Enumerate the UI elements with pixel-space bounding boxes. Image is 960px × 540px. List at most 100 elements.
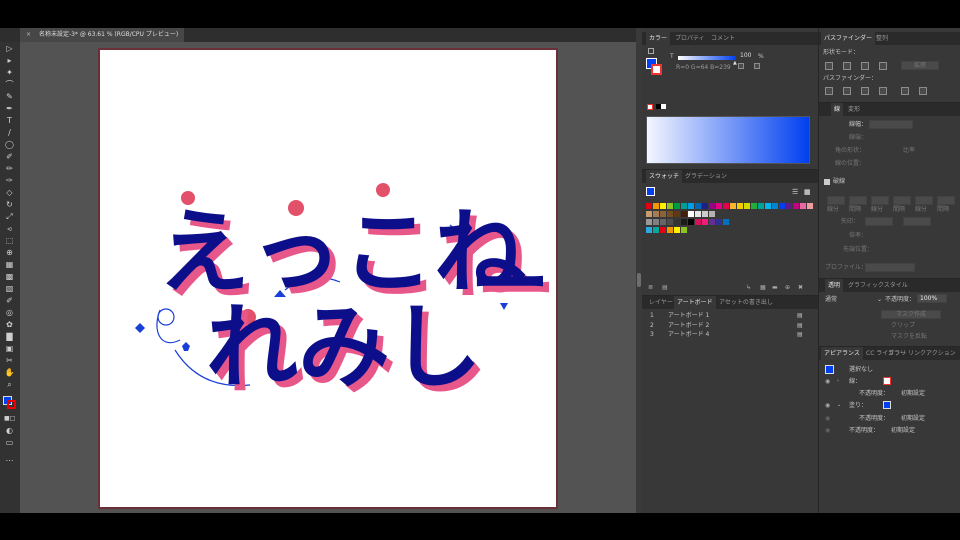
swatch-chip[interactable] bbox=[653, 203, 659, 209]
tab-actions[interactable]: アクション bbox=[923, 347, 959, 360]
scrollbar-thumb[interactable] bbox=[637, 273, 641, 287]
swatch-chip[interactable] bbox=[660, 219, 666, 225]
swatch-chip[interactable] bbox=[660, 203, 666, 209]
tab-appearance[interactable]: アピアランス bbox=[821, 347, 863, 360]
tab-gradient[interactable]: グラデーション bbox=[682, 170, 730, 183]
swatch-chip[interactable] bbox=[646, 219, 652, 225]
swatch-chip[interactable] bbox=[646, 211, 652, 217]
swatch-chip[interactable] bbox=[695, 203, 701, 209]
swatch-chip[interactable] bbox=[709, 203, 715, 209]
swatch-kind-menu-icon[interactable]: ▤ bbox=[662, 284, 668, 291]
scale-tool-icon[interactable]: ⤢ bbox=[4, 212, 15, 222]
invert-mask-checkbox[interactable]: マスクを反転 bbox=[891, 333, 927, 341]
swatch-chip[interactable] bbox=[646, 227, 652, 233]
eye-icon[interactable]: ◉ bbox=[825, 402, 830, 409]
tab-artboards[interactable]: アートボード bbox=[674, 296, 716, 309]
dash-field-3[interactable] bbox=[915, 196, 933, 205]
dash-field-1[interactable] bbox=[827, 196, 845, 205]
swatch-chip[interactable] bbox=[688, 203, 694, 209]
perspective-grid-tool-icon[interactable]: ▦ bbox=[4, 260, 15, 270]
tab-transparency[interactable]: 透明 bbox=[825, 279, 844, 292]
curvature-tool-icon[interactable]: ✒ bbox=[4, 104, 15, 114]
swatch-chip[interactable] bbox=[758, 203, 764, 209]
swatch-chip[interactable] bbox=[681, 227, 687, 233]
tab-graphic-styles[interactable]: グラフィックスタイル bbox=[845, 279, 911, 292]
unite-icon[interactable] bbox=[825, 62, 833, 70]
appearance-fill-swatch[interactable] bbox=[883, 401, 891, 409]
out-of-web-icon[interactable] bbox=[738, 63, 744, 69]
tab-transform[interactable]: 変形 bbox=[845, 103, 863, 116]
swatch-chip[interactable] bbox=[765, 203, 771, 209]
screen-mode-icon[interactable]: ▭ bbox=[4, 438, 15, 448]
swatch-chip[interactable] bbox=[702, 211, 708, 217]
tab-stroke[interactable]: 線 bbox=[831, 103, 844, 116]
column-graph-tool-icon[interactable]: ▇ bbox=[4, 332, 15, 342]
swatch-chip[interactable] bbox=[688, 219, 694, 225]
ellipse-tool-icon[interactable]: ◯ bbox=[4, 140, 15, 150]
symbol-sprayer-tool-icon[interactable]: ✿ bbox=[4, 320, 15, 330]
swatch-chip[interactable] bbox=[779, 203, 785, 209]
minus-front-icon[interactable] bbox=[843, 62, 851, 70]
grid-view-icon[interactable]: ▦ bbox=[804, 188, 811, 196]
zoom-tool-icon[interactable]: ⌕ bbox=[4, 380, 15, 390]
swatch-options-icon[interactable]: ↳ bbox=[746, 284, 751, 291]
trim-icon[interactable] bbox=[843, 87, 851, 95]
swatch-chip[interactable] bbox=[667, 211, 673, 217]
document-tab[interactable]: × 名称未設定-3* @ 63.61 % (RGB/CPU プレビュー) bbox=[20, 28, 185, 42]
eraser-tool-icon[interactable]: ◇ bbox=[4, 188, 15, 198]
blend-mode-select[interactable]: 通常 bbox=[825, 296, 837, 304]
artboard-list-item[interactable]: 2 アートボード 2 ▤ bbox=[642, 322, 818, 331]
swatch-chip[interactable] bbox=[688, 211, 694, 217]
shape-builder-tool-icon[interactable]: ⊕ bbox=[4, 248, 15, 258]
gap-field-2[interactable] bbox=[893, 196, 911, 205]
tab-pathfinder[interactable]: パスファインダー bbox=[821, 32, 876, 45]
swatch-chip[interactable] bbox=[674, 211, 680, 217]
chevron-down-icon[interactable]: ⌄ bbox=[837, 402, 841, 408]
swatch-grid[interactable] bbox=[646, 203, 816, 243]
swatch-chip[interactable] bbox=[730, 203, 736, 209]
out-of-gamut-icon[interactable] bbox=[754, 63, 760, 69]
tint-slider[interactable] bbox=[678, 56, 736, 60]
color-stroke-swatch[interactable] bbox=[651, 64, 662, 75]
swatch-chip[interactable] bbox=[709, 211, 715, 217]
gap-field-3[interactable] bbox=[937, 196, 955, 205]
slice-tool-icon[interactable]: ✂ bbox=[4, 356, 15, 366]
divide-icon[interactable] bbox=[825, 87, 833, 95]
fill-stroke-widget[interactable] bbox=[3, 396, 16, 409]
tab-comments[interactable]: コメント bbox=[708, 32, 738, 45]
swatch-chip[interactable] bbox=[653, 211, 659, 217]
swatch-chip[interactable] bbox=[716, 219, 722, 225]
width-tool-icon[interactable]: ⪦ bbox=[4, 224, 15, 234]
new-folder-icon[interactable]: ▬ bbox=[772, 284, 778, 291]
gradient-tool-icon[interactable]: ▧ bbox=[4, 284, 15, 294]
minus-back-icon[interactable] bbox=[919, 87, 927, 95]
swatch-chip[interactable] bbox=[653, 227, 659, 233]
swatch-chip[interactable] bbox=[702, 219, 708, 225]
swatch-chip[interactable] bbox=[723, 203, 729, 209]
hand-tool-icon[interactable]: ✋ bbox=[4, 368, 15, 378]
none-color-icon[interactable] bbox=[647, 104, 653, 110]
swatch-chip[interactable] bbox=[716, 203, 722, 209]
swatch-chip[interactable] bbox=[723, 219, 729, 225]
transparency-opacity-field[interactable]: 100% bbox=[917, 294, 947, 303]
expand-button[interactable]: 拡張 bbox=[901, 61, 939, 70]
direct-selection-tool-icon[interactable]: ▸ bbox=[4, 56, 15, 66]
tab-color[interactable]: カラー bbox=[646, 32, 671, 45]
swatch-chip[interactable] bbox=[695, 219, 701, 225]
swatch-libraries-icon[interactable]: ≣ bbox=[648, 284, 653, 291]
swatch-chip[interactable] bbox=[695, 211, 701, 217]
selection-tool-icon[interactable]: ▷ bbox=[4, 44, 15, 54]
outline-icon[interactable] bbox=[901, 87, 909, 95]
swatch-chip[interactable] bbox=[793, 203, 799, 209]
artboard[interactable]: えっこね えっこね れみし れみし ー ー bbox=[98, 48, 558, 509]
swatch-chip[interactable] bbox=[681, 203, 687, 209]
type-tool-icon[interactable]: T bbox=[4, 116, 15, 126]
clip-checkbox[interactable]: クリップ bbox=[891, 322, 915, 330]
artboard-options-icon[interactable]: ▤ bbox=[797, 312, 803, 320]
free-transform-tool-icon[interactable]: ⬚ bbox=[4, 236, 15, 246]
blend-tool-icon[interactable]: ◎ bbox=[4, 308, 15, 318]
stroke-color-box[interactable] bbox=[7, 400, 16, 409]
artboard-options-icon[interactable]: ▤ bbox=[797, 331, 803, 339]
tab-align[interactable]: 整列 bbox=[873, 32, 891, 45]
eye-icon[interactable]: ◉ bbox=[825, 378, 830, 385]
